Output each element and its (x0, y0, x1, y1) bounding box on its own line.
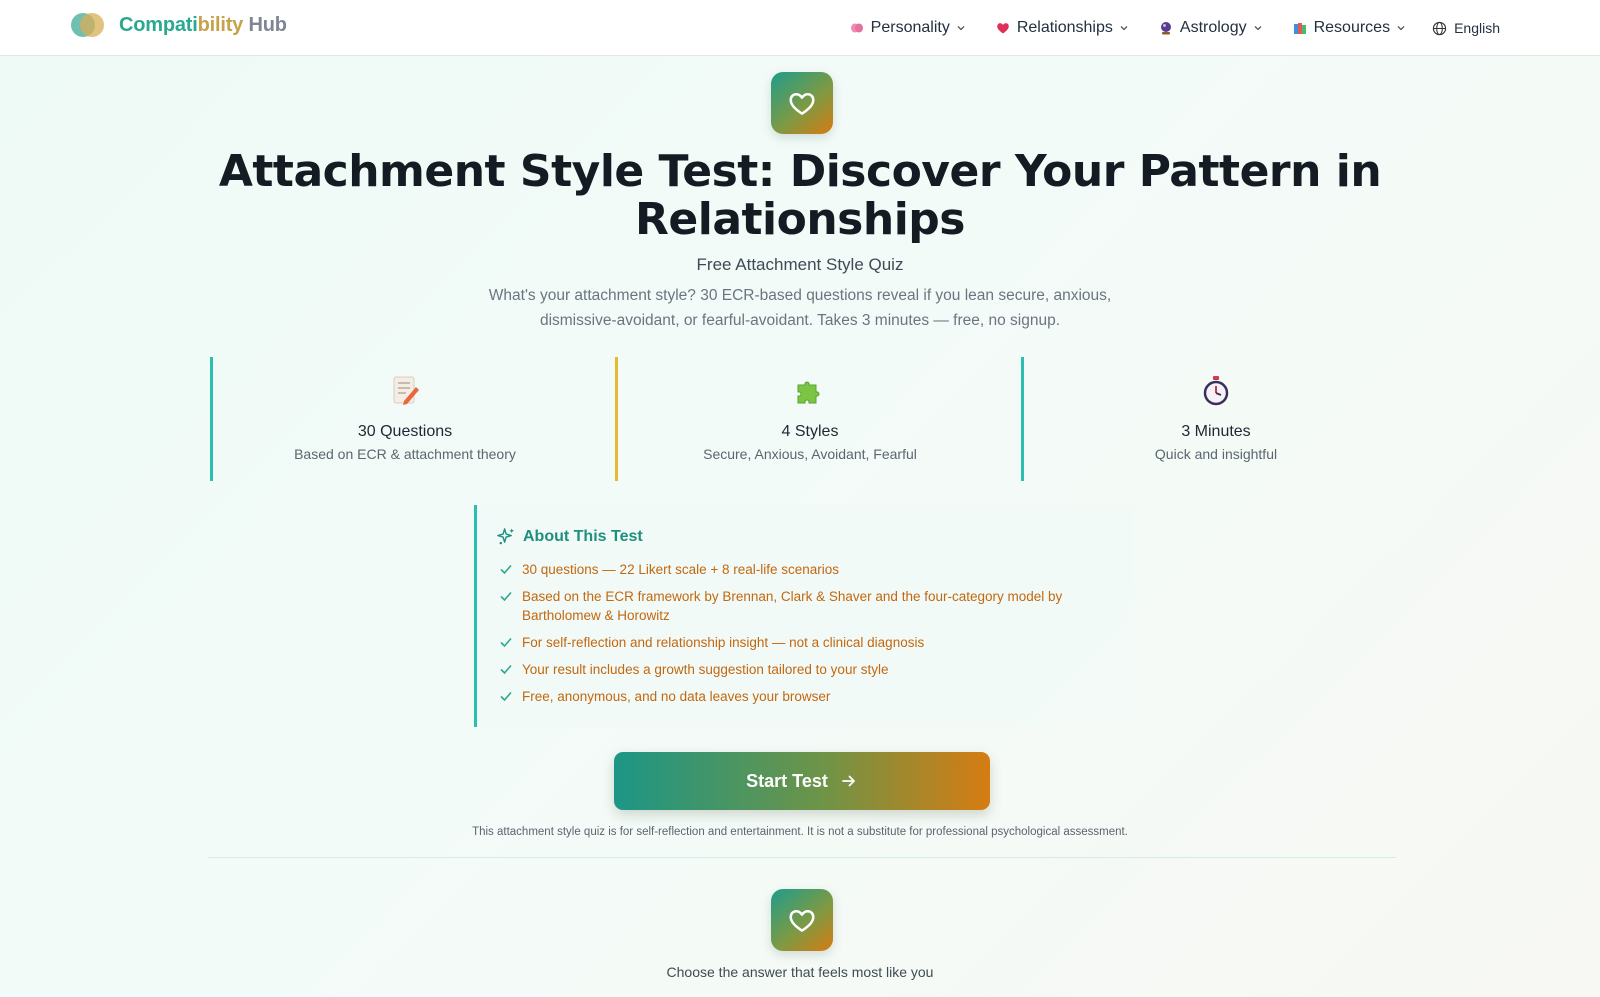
nav-astrology[interactable]: Astrology (1159, 19, 1263, 37)
list-item-text: For self-reflection and relationship ins… (522, 635, 925, 650)
heart-icon (996, 21, 1010, 35)
list-item: Free, anonymous, and no data leaves your… (499, 687, 1129, 706)
chevron-down-icon (1254, 26, 1262, 31)
start-test-label: Start Test (746, 770, 828, 791)
logo-text: Compatibility Hub (119, 13, 287, 36)
nav-relationships-label: Relationships (1016, 19, 1113, 36)
language-label: English (1454, 20, 1500, 36)
list-item: Based on the ECR framework by Brennan, C… (499, 587, 1129, 625)
check-icon (500, 691, 512, 702)
sparkles-icon (497, 528, 515, 545)
main-nav: Personality Relationships Astrology Reso… (820, 14, 1500, 42)
list-item: For self-reflection and relationship ins… (499, 633, 1129, 652)
list-item: Your result includes a growth suggestion… (499, 660, 1129, 679)
list-item: 30 questions — 22 Likert scale + 8 real-… (499, 560, 1129, 579)
nav-relationships[interactable]: Relationships (996, 19, 1129, 37)
chevron-down-icon (1397, 26, 1405, 31)
stat-sub: Quick and insightful (1154, 446, 1278, 462)
list-item-text: Free, anonymous, and no data leaves your… (522, 689, 831, 704)
list-item-text: Based on the ECR framework by Brennan, C… (522, 589, 1063, 623)
stat-styles: 4 Styles Secure, Anxious, Avoidant, Fear… (615, 357, 1005, 481)
start-test-button[interactable]: Start Test (614, 752, 990, 810)
hero-heart-badge (771, 72, 833, 134)
disclaimer-text: This attachment style quiz is for self-r… (472, 826, 1128, 838)
stat-label: 3 Minutes (1181, 423, 1251, 440)
language-selector[interactable]: English (1432, 20, 1500, 36)
page-subtitle: Free Attachment Style Quiz (696, 255, 904, 274)
check-icon (500, 664, 512, 675)
nav-resources[interactable]: Resources (1293, 19, 1406, 37)
globe-icon (1432, 21, 1447, 35)
chevron-down-icon (957, 26, 965, 31)
nav-astrology-label: Astrology (1179, 19, 1247, 36)
chevron-down-icon (1120, 26, 1128, 31)
heart-outline-icon (789, 93, 815, 115)
question-hint: Choose the answer that feels most like y… (666, 964, 934, 980)
brain-icon (850, 21, 864, 35)
puzzle-icon (615, 375, 1005, 409)
about-header: About This Test (497, 527, 643, 546)
arrow-right-icon (841, 775, 855, 787)
check-icon (500, 637, 512, 648)
about-list: 30 questions — 22 Likert scale + 8 real-… (499, 560, 1129, 714)
stat-sub: Secure, Anxious, Avoidant, Fearful (703, 446, 917, 462)
memo-icon (210, 375, 600, 409)
crystal-ball-icon (1159, 21, 1173, 35)
nav-personality-label: Personality (870, 19, 950, 36)
check-icon (500, 564, 512, 575)
stopwatch-icon (1021, 375, 1411, 409)
books-icon (1293, 21, 1307, 35)
top-navigation-bar: Compatibility Hub Personality Relationsh… (0, 0, 1600, 56)
list-item-text: Your result includes a growth suggestion… (522, 662, 889, 677)
about-test-card: About This Test 30 questions — 22 Likert… (474, 505, 1134, 727)
nav-personality[interactable]: Personality (850, 19, 966, 37)
list-item-text: 30 questions — 22 Likert scale + 8 real-… (522, 562, 840, 577)
about-title: About This Test (523, 527, 643, 545)
question-heart-badge (771, 889, 833, 951)
page-title: Attachment Style Test: Discover Your Pat… (218, 146, 1382, 245)
stat-minutes: 3 Minutes Quick and insightful (1021, 357, 1411, 481)
logo-mark-icon (71, 13, 104, 37)
site-logo[interactable]: Compatibility Hub (71, 13, 287, 37)
section-divider (208, 857, 1396, 858)
nav-resources-label: Resources (1313, 19, 1391, 36)
page-description: What's your attachment style? 30 ECR-bas… (488, 287, 1112, 329)
heart-outline-icon (789, 910, 815, 932)
check-icon (500, 591, 512, 602)
stat-label: 4 Styles (781, 423, 839, 440)
stat-label: 30 Questions (357, 423, 453, 440)
stat-sub: Based on ECR & attachment theory (294, 446, 516, 462)
stat-questions: 30 Questions Based on ECR & attachment t… (210, 357, 600, 481)
